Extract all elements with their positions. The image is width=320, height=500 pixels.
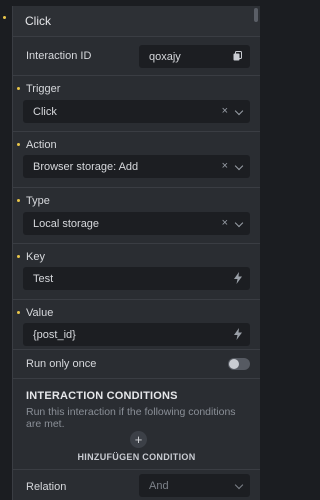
conditions-section: INTERACTION CONDITIONS Run this interact… [13,379,260,470]
value-label: Value [26,307,54,319]
interaction-id-row: Interaction ID qoxajy [13,37,260,76]
interaction-id-label: Interaction ID [26,50,92,62]
trigger-row: Trigger Click × [13,76,260,132]
interaction-id-field[interactable]: qoxajy [139,45,250,68]
trigger-label: Trigger [26,83,61,95]
add-condition-label[interactable]: HINZUFÜGEN CONDITION [13,452,260,462]
type-row: Type Local storage × [13,188,260,244]
required-dot [17,255,20,258]
clear-icon[interactable]: × [222,160,228,172]
action-row: Action Browser storage: Add × [13,132,260,188]
key-row: Key Test [13,244,260,300]
key-label: Key [26,251,45,263]
plus-icon: + [134,432,143,447]
chevron-down-icon [234,161,244,171]
type-select[interactable]: Local storage × [23,212,250,235]
trigger-select[interactable]: Click × [23,100,250,123]
required-dot [17,311,20,314]
required-dot [17,87,20,90]
interaction-id-value: qoxajy [149,50,181,63]
action-value: Browser storage: Add [33,160,139,173]
value-row: Value {post_id} [13,300,260,350]
type-label: Type [26,195,50,207]
chevron-down-icon [234,218,244,228]
scroll-indicator[interactable] [254,8,258,22]
value-value: {post_id} [33,328,76,341]
relation-label: Relation [26,481,67,493]
dynamic-data-icon[interactable] [234,328,242,340]
required-dot [17,143,20,146]
dynamic-data-icon[interactable] [234,272,242,284]
conditions-description: Run this interaction if the following co… [26,406,236,430]
key-value: Test [33,272,54,285]
relation-select[interactable]: And [139,474,250,497]
clear-icon[interactable]: × [222,217,228,229]
run-once-toggle[interactable] [228,358,250,370]
type-value: Local storage [33,217,100,230]
action-select[interactable]: Browser storage: Add × [23,155,250,178]
panel-title: Click [25,14,51,28]
relation-value: And [149,479,169,492]
interaction-panel: Click Interaction ID qoxajy Trigger Clic… [12,6,260,500]
add-condition-button[interactable]: + [130,431,147,448]
clear-icon[interactable]: × [222,105,228,117]
action-label: Action [26,139,57,151]
relation-row: Relation And [13,470,260,500]
chevron-down-icon [234,480,244,490]
run-once-label: Run only once [26,358,97,370]
toggle-knob [229,359,239,369]
key-input[interactable]: Test [23,267,250,290]
required-dot [17,199,20,202]
value-input[interactable]: {post_id} [23,323,250,346]
conditions-title: INTERACTION CONDITIONS [26,390,178,402]
copy-icon[interactable] [233,51,242,61]
trigger-value: Click [33,105,57,118]
required-dot [3,16,6,19]
run-once-row: Run only once [13,350,260,379]
chevron-down-icon [234,106,244,116]
panel-header[interactable]: Click [13,6,260,37]
